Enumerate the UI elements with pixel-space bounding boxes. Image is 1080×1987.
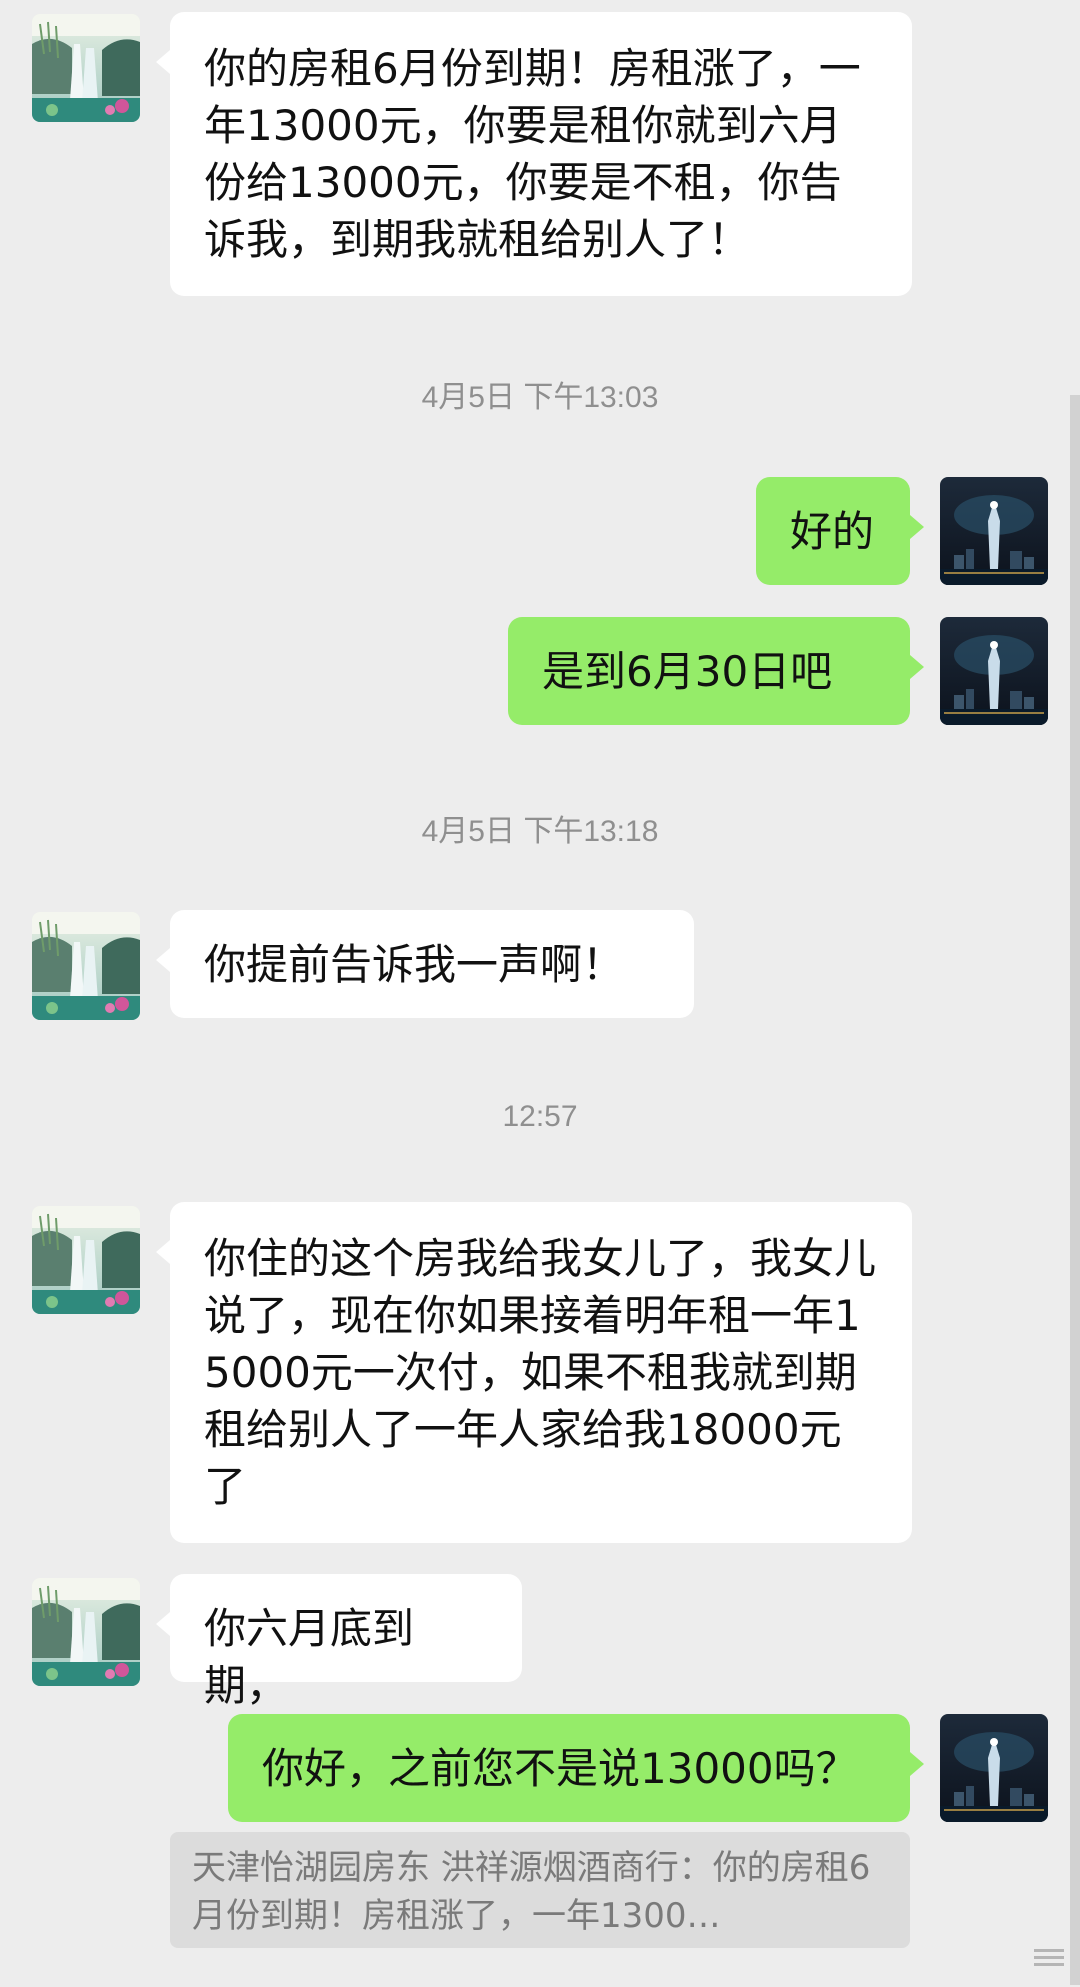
timestamp: 12:57: [502, 1100, 578, 1133]
message-bubble[interactable]: 你好，之前您不是说13000吗？: [228, 1714, 924, 1822]
message-text: 你好，之前您不是说13000吗？: [262, 1744, 858, 1793]
message-text: 你的房租6月份到期！房租涨了，一年13000元，你要是租你就到六月份给13000…: [204, 44, 861, 264]
my-avatar[interactable]: [940, 617, 1048, 725]
landlord-avatar[interactable]: [32, 1206, 140, 1314]
landlord-avatar[interactable]: [32, 14, 140, 122]
message-text: 好的: [790, 507, 875, 556]
quoted-message-text: 天津怡湖园房东 洪祥源烟酒商行：你的房租6月份到期！房租涨了，一年1300…: [192, 1848, 871, 1936]
message-text: 你提前告诉我一声啊！: [204, 940, 625, 989]
message-text: 你六月底到期，: [204, 1604, 415, 1710]
quoted-message[interactable]: 天津怡湖园房东 洪祥源烟酒商行：你的房租6月份到期！房租涨了，一年1300…: [170, 1832, 910, 1948]
timestamp: 4月5日 下午13:18: [421, 815, 659, 848]
message-bubble[interactable]: 你的房租6月份到期！房租涨了，一年13000元，你要是租你就到六月份给13000…: [156, 12, 912, 296]
message-bubble[interactable]: 你提前告诉我一声啊！: [156, 910, 694, 1018]
my-avatar[interactable]: [940, 1714, 1048, 1822]
landlord-avatar[interactable]: [32, 912, 140, 1020]
chat-area[interactable]: 你的房租6月份到期！房租涨了，一年13000元，你要是租你就到六月份给13000…: [0, 0, 1080, 1987]
message-text: 你住的这个房我给我女儿了，我女儿说了，现在你如果接着明年租一年15000元一次付…: [204, 1234, 877, 1511]
my-avatar[interactable]: [940, 477, 1048, 585]
message-bubble[interactable]: 你六月底到期，: [156, 1574, 522, 1710]
message-bubble[interactable]: 你住的这个房我给我女儿了，我女儿说了，现在你如果接着明年租一年15000元一次付…: [156, 1202, 912, 1543]
menu-lines-icon: [1034, 1949, 1064, 1966]
landlord-avatar[interactable]: [32, 1578, 140, 1686]
scrollbar[interactable]: [1070, 395, 1080, 1985]
message-bubble[interactable]: 好的: [756, 477, 924, 585]
message-bubble[interactable]: 是到6月30日吧: [508, 617, 924, 725]
timestamp: 4月5日 下午13:03: [421, 381, 659, 414]
message-text: 是到6月30日吧: [542, 647, 833, 696]
